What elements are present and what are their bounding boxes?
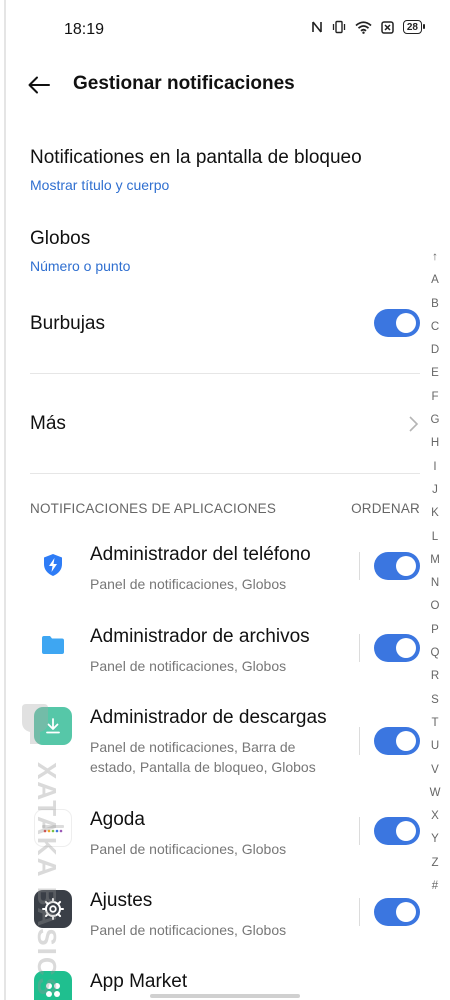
scroll-to-top-icon[interactable]: ↑	[426, 246, 444, 269]
battery-icon: 28	[402, 20, 426, 34]
app-notification-toggle[interactable]	[374, 552, 420, 580]
app-row[interactable]: Ajustes Panel de notificaciones, Globos	[0, 890, 450, 950]
back-button[interactable]	[22, 68, 56, 102]
chevron-right-icon	[409, 416, 419, 432]
alphabet-index-letter[interactable]: H	[426, 432, 444, 455]
alphabet-index-letter[interactable]: N	[426, 572, 444, 595]
app-description: Panel de notificaciones, Globos	[90, 658, 287, 674]
app-description: Panel de notificaciones, Globos	[90, 841, 287, 857]
bubbles-title: Burbujas	[30, 313, 105, 334]
alphabet-index-letter[interactable]: Q	[426, 642, 444, 665]
more-title: Más	[30, 413, 66, 434]
lock-screen-value: Mostrar título y cuerpo	[30, 177, 170, 193]
app-row[interactable]: Agoda Panel de notificaciones, Globos	[0, 809, 450, 869]
app-name: Administrador del teléfono	[90, 544, 311, 565]
divider	[359, 552, 360, 580]
lock-screen-title: Notificationes en la pantalla de bloqueo	[30, 147, 362, 168]
app-notification-toggle[interactable]	[374, 727, 420, 755]
alphabet-index-letter[interactable]: S	[426, 689, 444, 712]
apps-section-label: NOTIFICACIONES DE APLICACIONES	[30, 501, 277, 516]
back-arrow-icon	[28, 76, 50, 94]
app-row[interactable]: Administrador del teléfono Panel de noti…	[0, 544, 450, 604]
vibrate-icon	[332, 20, 346, 34]
alphabet-index-letter[interactable]: K	[426, 502, 444, 525]
app-row[interactable]: Administrador de descargas Panel de noti…	[0, 707, 450, 787]
shield-bolt-icon	[34, 546, 72, 584]
alphabet-index-letter[interactable]: R	[426, 665, 444, 688]
app-description: Panel de notificaciones, Barra de estado…	[90, 739, 316, 775]
app-name: Agoda	[90, 809, 145, 830]
alphabet-index-letter[interactable]: E	[426, 362, 444, 385]
bubbles-toggle[interactable]	[374, 309, 420, 337]
badges-title: Globos	[30, 228, 91, 249]
sort-button[interactable]: ORDENAR	[351, 501, 420, 516]
status-time: 18:19	[64, 21, 105, 38]
page-title: Gestionar notificaciones	[73, 73, 295, 94]
alphabet-index-letter[interactable]: D	[426, 339, 444, 362]
divider	[359, 727, 360, 755]
alphabet-index-letter[interactable]: B	[426, 293, 444, 316]
alphabet-index-letter[interactable]: C	[426, 316, 444, 339]
app-name: App Market	[90, 971, 188, 992]
nfc-icon	[311, 20, 323, 34]
app-name: Administrador de descargas	[90, 707, 327, 728]
app-name: Ajustes	[90, 890, 153, 911]
alphabet-index-letter[interactable]: G	[426, 409, 444, 432]
divider	[359, 817, 360, 845]
watermark: XATAKA BASICS	[6, 700, 66, 1000]
status-icons: 28	[311, 20, 426, 34]
alphabet-index-letter[interactable]: Z	[426, 852, 444, 875]
app-row[interactable]: Administrador de archivos Panel de notif…	[0, 626, 450, 686]
header: Gestionar notificaciones	[0, 62, 450, 106]
alphabet-index-letter[interactable]: Y	[426, 828, 444, 851]
divider	[359, 634, 360, 662]
alphabet-index-letter[interactable]: #	[426, 875, 444, 898]
no-signal-icon	[381, 20, 394, 34]
alphabet-index-letter[interactable]: L	[426, 526, 444, 549]
alphabet-index-letter[interactable]: P	[426, 619, 444, 642]
app-description: Panel de notificaciones, Globos	[90, 922, 287, 938]
wifi-icon	[355, 20, 372, 34]
alphabet-index-letter[interactable]: F	[426, 386, 444, 409]
alphabet-index-letter[interactable]: M	[426, 549, 444, 572]
alphabet-index-letter[interactable]: O	[426, 595, 444, 618]
app-name: Administrador de archivos	[90, 626, 310, 647]
divider	[359, 898, 360, 926]
alphabet-index-letter[interactable]: U	[426, 735, 444, 758]
watermark-logo-icon	[22, 704, 48, 744]
app-notification-toggle[interactable]	[374, 898, 420, 926]
alphabet-index-letter[interactable]: T	[426, 712, 444, 735]
folder-icon	[34, 626, 72, 664]
watermark-text: XATAKA BASICS	[32, 762, 62, 997]
divider	[30, 473, 420, 474]
alphabet-index-letter[interactable]: I	[426, 456, 444, 479]
app-notification-toggle[interactable]	[374, 634, 420, 662]
gesture-nav-bar[interactable]	[150, 994, 300, 998]
status-bar: 18:19 28	[0, 0, 450, 58]
alphabet-index-letter[interactable]: W	[426, 782, 444, 805]
alphabet-index-letter[interactable]: A	[426, 269, 444, 292]
app-description: Panel de notificaciones, Globos	[90, 576, 287, 592]
alphabet-index-letter[interactable]: X	[426, 805, 444, 828]
app-notification-toggle[interactable]	[374, 817, 420, 845]
alphabet-index-letter[interactable]: J	[426, 479, 444, 502]
divider	[30, 373, 420, 374]
alphabet-index-letter[interactable]: V	[426, 759, 444, 782]
badges-value: Número o punto	[30, 258, 131, 274]
alphabet-index[interactable]: ↑ A B C D E F G H I J K L M N O P Q R S T U V W X Y Z #	[426, 246, 444, 898]
